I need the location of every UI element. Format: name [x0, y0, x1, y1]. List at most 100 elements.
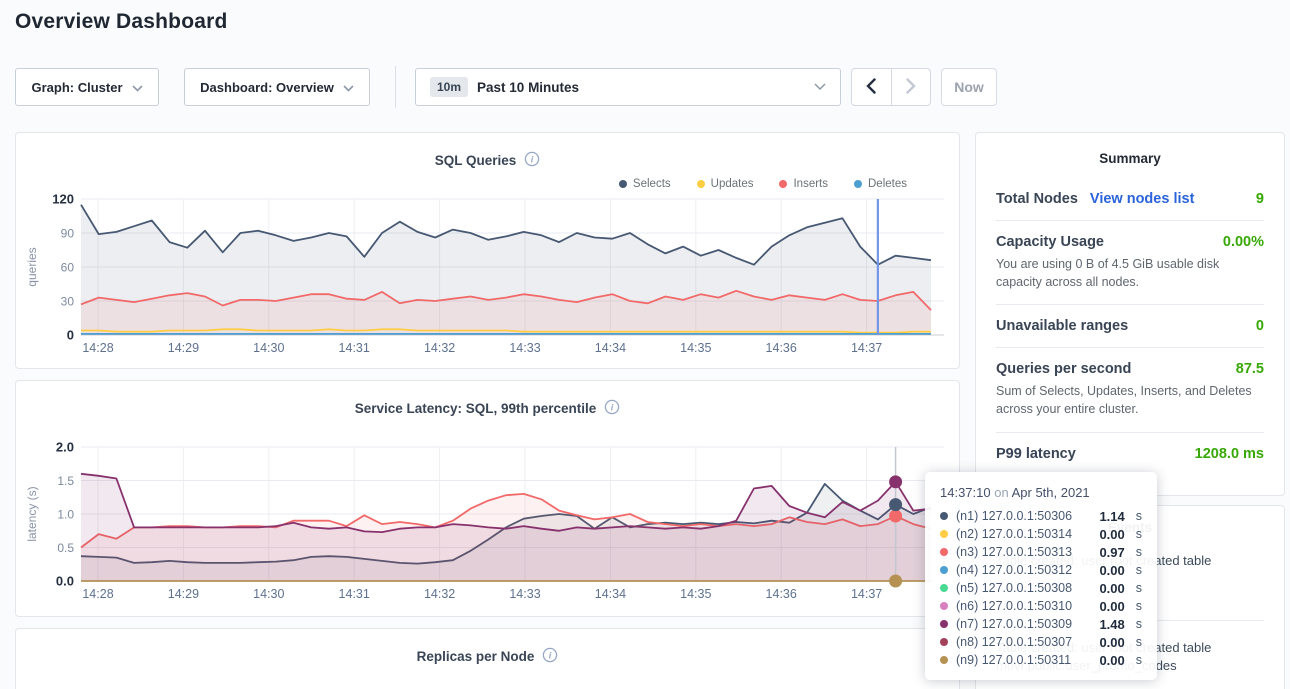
- node-color-dot-icon: [940, 602, 948, 610]
- svg-text:14:34: 14:34: [595, 341, 626, 355]
- svg-text:14:29: 14:29: [168, 341, 199, 355]
- latency-unit: s: [1136, 635, 1142, 649]
- time-range-selector[interactable]: 10m Past 10 Minutes: [415, 68, 841, 106]
- p99-latency-label: P99 latency: [996, 446, 1076, 462]
- tooltip-node-row: (n2) 127.0.0.1:503140.00s: [940, 525, 1142, 543]
- svg-text:14:30: 14:30: [253, 587, 284, 601]
- page-title: Overview Dashboard: [15, 10, 228, 34]
- service-latency-panel: Service Latency: SQL, 99th percentile i …: [15, 380, 960, 617]
- latency-unit: s: [1136, 653, 1142, 667]
- sql-chart-canvas: 14:2814:2914:3014:3114:3214:3314:3414:35…: [16, 133, 959, 368]
- now-button[interactable]: Now: [941, 68, 997, 106]
- svg-text:0.0: 0.0: [56, 574, 74, 589]
- tooltip-node-row: (n1) 127.0.0.1:503061.14s: [940, 507, 1142, 525]
- time-range-label: Past 10 Minutes: [477, 80, 579, 95]
- node-color-dot-icon: [940, 530, 948, 538]
- node-address: (n6) 127.0.0.1:50310: [956, 599, 1072, 613]
- previous-time-button[interactable]: [852, 69, 891, 105]
- tooltip-date: Apr 5th, 2021: [1012, 485, 1090, 500]
- dashboard-dropdown-label: Dashboard: Overview: [200, 80, 334, 95]
- toolbar-divider: [395, 66, 396, 108]
- svg-text:120: 120: [52, 192, 74, 207]
- chevron-down-icon: [132, 80, 143, 95]
- view-nodes-list-link[interactable]: View nodes list: [1090, 191, 1195, 207]
- node-color-dot-icon: [940, 512, 948, 520]
- summary-row-total-nodes: Total Nodes View nodes list 9: [996, 178, 1264, 220]
- unavailable-ranges-label: Unavailable ranges: [996, 318, 1128, 334]
- tooltip-node-row: (n4) 127.0.0.1:503120.00s: [940, 561, 1142, 579]
- queries-per-second-caption: Sum of Selects, Updates, Inserts, and De…: [996, 382, 1264, 418]
- node-color-dot-icon: [940, 548, 948, 556]
- latency-chart-canvas: 14:2814:2914:3014:3114:3214:3314:3414:35…: [16, 381, 959, 616]
- svg-text:14:31: 14:31: [339, 587, 370, 601]
- svg-text:latency (s): latency (s): [25, 486, 39, 541]
- svg-text:30: 30: [61, 295, 75, 309]
- node-address: (n2) 127.0.0.1:50314: [956, 527, 1072, 541]
- node-latency-value: 0.00: [1099, 635, 1124, 650]
- capacity-usage-caption: You are using 0 B of 4.5 GiB usable disk…: [996, 255, 1264, 291]
- svg-text:14:33: 14:33: [509, 341, 540, 355]
- queries-per-second-label: Queries per second: [996, 361, 1131, 377]
- node-latency-value: 0.97: [1099, 545, 1124, 560]
- overview-dashboard-page: Overview Dashboard Graph: Cluster Dashbo…: [0, 0, 1290, 689]
- latency-unit: s: [1136, 617, 1142, 631]
- sql-queries-panel: SQL Queries i SelectsUpdatesInsertsDelet…: [15, 132, 960, 369]
- replicas-per-node-panel: Replicas per Node i: [15, 628, 960, 689]
- tooltip-node-row: (n5) 127.0.0.1:503080.00s: [940, 579, 1142, 597]
- svg-text:14:36: 14:36: [766, 587, 797, 601]
- tooltip-node-row: (n8) 127.0.0.1:503070.00s: [940, 633, 1142, 651]
- queries-per-second-value: 87.5: [1236, 361, 1264, 377]
- dashboard-dropdown[interactable]: Dashboard: Overview: [184, 68, 370, 106]
- svg-text:0: 0: [67, 328, 74, 343]
- next-time-button[interactable]: [891, 69, 931, 105]
- total-nodes-value: 9: [1256, 191, 1264, 207]
- node-address: (n1) 127.0.0.1:50306: [956, 509, 1072, 523]
- time-step-buttons: [851, 68, 931, 106]
- node-latency-value: 0.00: [1099, 599, 1124, 614]
- capacity-usage-value: 0.00%: [1223, 234, 1264, 250]
- chevron-down-icon: [343, 80, 354, 95]
- service-latency-chart[interactable]: 14:2814:2914:3014:3114:3214:3314:3414:35…: [16, 381, 959, 616]
- chevron-left-icon: [866, 78, 876, 97]
- svg-text:14:31: 14:31: [339, 341, 370, 355]
- svg-text:i: i: [549, 650, 552, 660]
- unavailable-ranges-value: 0: [1256, 318, 1264, 334]
- info-icon[interactable]: i: [542, 647, 558, 666]
- svg-text:14:35: 14:35: [680, 341, 711, 355]
- tooltip-node-row: (n6) 127.0.0.1:503100.00s: [940, 597, 1142, 615]
- node-address: (n5) 127.0.0.1:50308: [956, 581, 1072, 595]
- tooltip-time: 14:37:10: [940, 485, 991, 500]
- time-range-badge: 10m: [430, 77, 468, 97]
- p99-latency-value: 1208.0 ms: [1195, 446, 1264, 462]
- latency-unit: s: [1136, 563, 1142, 577]
- summary-panel: Summary Total Nodes View nodes list 9 Ca…: [975, 132, 1285, 496]
- svg-text:14:36: 14:36: [766, 341, 797, 355]
- node-color-dot-icon: [940, 566, 948, 574]
- svg-text:90: 90: [61, 227, 75, 241]
- svg-text:14:37: 14:37: [851, 587, 882, 601]
- tooltip-node-row: (n3) 127.0.0.1:50313 0.97 s: [940, 543, 1142, 561]
- graph-dropdown-label: Graph: Cluster: [31, 80, 122, 95]
- svg-text:14:30: 14:30: [253, 341, 284, 355]
- svg-text:1.5: 1.5: [57, 474, 74, 488]
- replicas-title-row: Replicas per Node i: [16, 647, 959, 666]
- latency-unit: s: [1136, 545, 1142, 559]
- chevron-right-icon: [906, 78, 916, 97]
- svg-text:14:29: 14:29: [168, 587, 199, 601]
- svg-text:14:34: 14:34: [595, 587, 626, 601]
- graph-dropdown[interactable]: Graph: Cluster: [15, 68, 159, 106]
- node-address: (n7) 127.0.0.1:50309: [956, 617, 1072, 631]
- tooltip-node-row: (n9) 127.0.0.1:503110.00s: [940, 651, 1142, 669]
- node-latency-value: 1.48: [1099, 617, 1124, 632]
- total-nodes-label: Total Nodes: [996, 191, 1078, 207]
- node-latency-value: 0.00: [1099, 653, 1124, 668]
- svg-text:2.0: 2.0: [56, 440, 74, 455]
- node-address: (n3) 127.0.0.1:50313: [956, 545, 1072, 559]
- svg-text:1.0: 1.0: [57, 508, 74, 522]
- svg-text:0.5: 0.5: [57, 541, 74, 555]
- node-latency-value: 0.00: [1099, 527, 1124, 542]
- svg-text:60: 60: [61, 261, 75, 275]
- svg-text:14:33: 14:33: [509, 587, 540, 601]
- sql-queries-chart[interactable]: 14:2814:2914:3014:3114:3214:3314:3414:35…: [16, 133, 959, 368]
- svg-text:14:32: 14:32: [424, 341, 455, 355]
